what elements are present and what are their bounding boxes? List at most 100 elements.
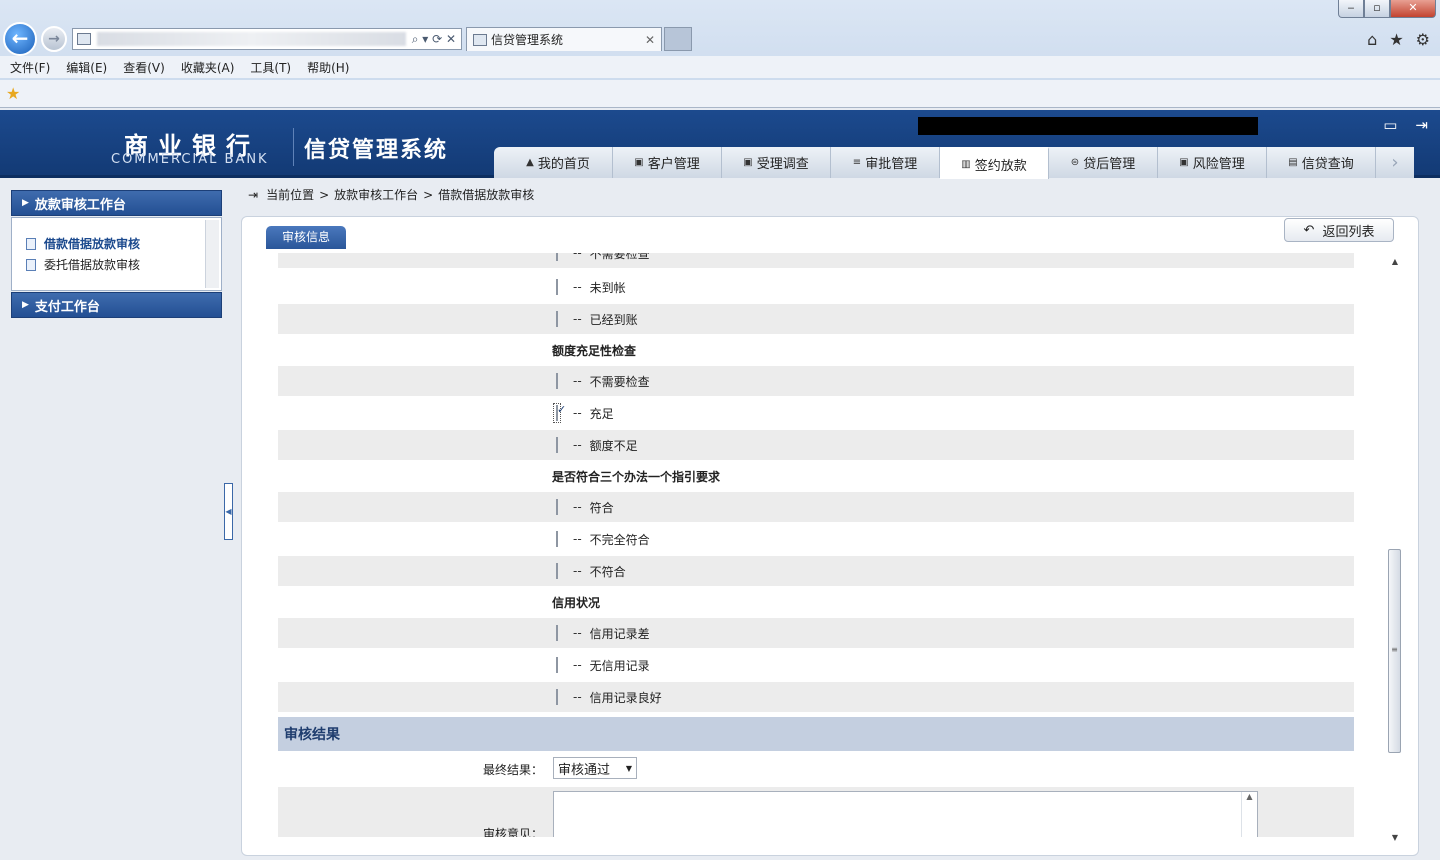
close-window-button[interactable]: ✕ (1390, 0, 1436, 18)
sidebar-item-label: 委托借据放款审核 (44, 258, 141, 272)
query-icon: ▤ (1288, 157, 1298, 168)
nav-query[interactable]: ▤ 信贷查询 (1267, 147, 1376, 178)
return-list-button[interactable]: ↶ 返回列表 (1284, 218, 1394, 242)
menu-favorites[interactable]: 收藏夹(A) (181, 59, 235, 76)
maximize-button[interactable]: ▫ (1364, 0, 1390, 18)
signing-icon: ▥ (961, 158, 971, 170)
sidebar-collapse-handle[interactable]: ◀ (224, 483, 233, 540)
return-list-label: 返回列表 (1322, 224, 1375, 240)
check-row: -- 未到帐 (278, 272, 1354, 302)
check-row: -- 不完全符合 (278, 524, 1354, 554)
monitor-icon[interactable]: ▭ (1383, 116, 1397, 134)
menu-file[interactable]: 文件(F) (10, 59, 50, 76)
menu-edit[interactable]: 编辑(E) (66, 59, 107, 76)
bank-logo-english: COMMERCIAL BANK (111, 152, 269, 167)
checkbox[interactable] (556, 311, 558, 327)
scroll-thumb[interactable]: ≡ (1388, 549, 1401, 753)
post-loan-icon: ⊜ (1070, 157, 1080, 168)
browser-tab[interactable]: 信贷管理系统 ✕ (466, 27, 662, 51)
textarea-scrollbar[interactable]: ▲ (1241, 792, 1257, 837)
checkbox[interactable] (556, 279, 558, 295)
check-label: 已经到账 (589, 312, 638, 327)
sidebar-group-label: 放款审核工作台 (34, 197, 126, 213)
sidebar-group-loan-audit[interactable]: ▶ 放款审核工作台 (11, 190, 222, 216)
favorites-star-icon[interactable]: ★ (1389, 30, 1403, 49)
nav-home[interactable]: ▲ 我的首页 (504, 147, 613, 178)
favorites-bar: ★ (0, 80, 1440, 108)
checkbox[interactable] (556, 499, 558, 515)
redacted-user-info (918, 117, 1258, 135)
nav-label: 受理调查 (756, 157, 809, 172)
nav-approval[interactable]: ≡ 审批管理 (831, 147, 940, 178)
checkbox[interactable] (556, 437, 558, 453)
checkbox[interactable] (556, 531, 558, 547)
menu-help[interactable]: 帮助(H) (307, 59, 349, 76)
check-label: 充足 (589, 406, 614, 421)
new-tab-button[interactable] (664, 27, 692, 51)
final-result-select[interactable]: 审核通过 ▼ (553, 757, 637, 779)
expand-triangle-icon: ▶ (22, 198, 29, 208)
check-row: -- 已经到账 (278, 304, 1354, 334)
address-controls[interactable]: ⌕ ▾ ⟳ ✕ (412, 32, 456, 47)
checkbox[interactable] (556, 563, 558, 579)
sidebar-scrollbar[interactable] (205, 220, 219, 288)
nav-more-chevron-icon[interactable]: › (1376, 147, 1414, 178)
nav-label: 审批管理 (865, 157, 918, 172)
check-label: 不完全符合 (589, 532, 650, 547)
forward-button[interactable]: → (41, 26, 67, 52)
home-icon[interactable]: ⌂ (1367, 30, 1377, 49)
breadcrumb-separator: > (319, 187, 330, 202)
opinion-textarea[interactable]: ▲ (553, 791, 1258, 837)
sidebar: ▶ 放款审核工作台 借款借据放款审核 委托借据放款审核 ▶ 支付工作台 (0, 181, 236, 860)
header-icons: ▭ ⇥ (1383, 116, 1428, 134)
nav-post-loan[interactable]: ⊜ 贷后管理 (1049, 147, 1158, 178)
check-label: 不需要检查 (589, 374, 650, 389)
breadcrumb-current-position: 当前位置 (266, 188, 315, 202)
sidebar-item-label: 借款借据放款审核 (44, 237, 141, 251)
main-content: ⇥ 当前位置 > 放款审核工作台 > 借款借据放款审核 审核信息 ↶ 返回列表 -… (240, 181, 1440, 860)
address-bar[interactable]: ⌕ ▾ ⟳ ✕ (72, 28, 462, 50)
check-label: 不符合 (589, 564, 626, 579)
audit-form-scroll-area: --不需要检查 --未到帐 --已经到账 额度充足性检查 --不需要检查 --充… (278, 253, 1354, 837)
nav-label: 贷后管理 (1083, 157, 1136, 172)
check-label: 未到帐 (589, 280, 626, 295)
scroll-up-arrow-icon[interactable]: ▲ (1388, 257, 1402, 266)
logout-icon[interactable]: ⇥ (1415, 116, 1428, 134)
nav-risk[interactable]: ▣ 风险管理 (1158, 147, 1267, 178)
nav-survey[interactable]: ▣ 受理调查 (722, 147, 831, 178)
document-icon (26, 258, 36, 271)
check-row: -- 不符合 (278, 556, 1354, 586)
minimize-button[interactable]: ‒ (1338, 0, 1364, 18)
nav-signing-loan[interactable]: ▥ 签约放款 (940, 147, 1049, 179)
tab-favicon-icon (473, 33, 487, 46)
menu-tools[interactable]: 工具(T) (250, 59, 291, 76)
breadcrumb-workbench[interactable]: 放款审核工作台 (334, 186, 418, 203)
browser-menu-bar: 文件(F) 编辑(E) 查看(V) 收藏夹(A) 工具(T) 帮助(H) (0, 56, 1440, 78)
scroll-down-arrow-icon[interactable]: ▼ (1388, 833, 1402, 842)
checkbox-checked[interactable] (556, 405, 558, 421)
check-label: 额度不足 (589, 438, 638, 453)
section-credit-status: 信用状况 (552, 596, 601, 610)
form-vertical-scrollbar[interactable]: ▲ ≡ ▼ (1388, 253, 1402, 842)
check-label: 符合 (589, 500, 614, 515)
back-button[interactable]: ← (3, 22, 37, 56)
final-result-value: 审核通过 (558, 762, 611, 778)
checkbox[interactable] (556, 689, 558, 705)
settings-gear-icon[interactable]: ⚙ (1416, 30, 1430, 49)
nav-label: 签约放款 (974, 158, 1027, 174)
sidebar-item-entrusted-receipt-audit[interactable]: 委托借据放款审核 (26, 256, 140, 273)
checkbox[interactable] (556, 373, 558, 389)
checkbox[interactable] (556, 657, 558, 673)
nav-customer[interactable]: ▣ 客户管理 (613, 147, 722, 178)
checkbox[interactable] (556, 625, 558, 641)
sidebar-item-loan-receipt-audit[interactable]: 借款借据放款审核 (26, 235, 140, 252)
add-favorite-star-icon[interactable]: ★ (6, 84, 20, 103)
check-row: -- 无信用记录 (278, 650, 1354, 680)
menu-view[interactable]: 查看(V) (123, 59, 165, 76)
checkbox[interactable] (556, 253, 558, 261)
document-icon (26, 237, 36, 250)
check-label: 不需要检查 (589, 253, 650, 261)
tab-audit-info[interactable]: 审核信息 (266, 226, 346, 249)
sidebar-group-payment[interactable]: ▶ 支付工作台 (11, 292, 222, 318)
tab-close-icon[interactable]: ✕ (645, 33, 655, 47)
